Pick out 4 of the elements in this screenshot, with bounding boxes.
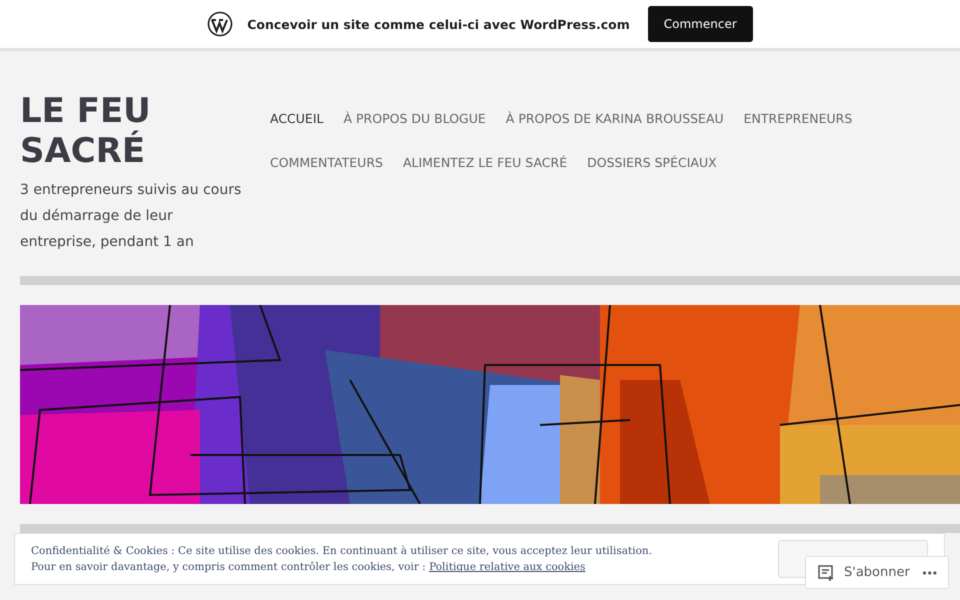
promo-text: Concevoir un site comme celui-ci avec WordPress.com — [247, 16, 630, 32]
site-tagline: 3 entrepreneurs suivis au cours du démarrage de leur entreprise, pendant 1 an — [20, 181, 242, 252]
cookie-text: Pour en savoir davantage, y compris comment contrôler les cookies, voir : Politique relative aux cookies — [31, 561, 586, 573]
cookie-text: Confidentialité & Cookies : Ce site utilise des cookies. En continuant à utiliser ce site, vous acceptez leur utilisation. — [31, 545, 654, 557]
